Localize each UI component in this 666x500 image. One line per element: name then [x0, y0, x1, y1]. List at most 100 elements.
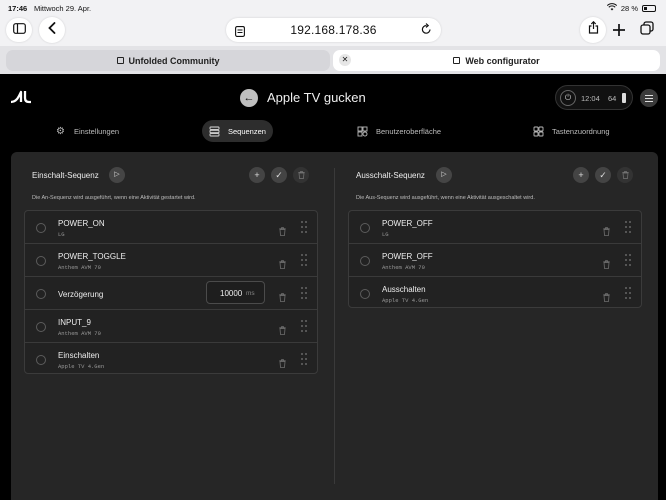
remote-battery-icon [622, 93, 626, 103]
device-name: Anthem AVM 70 [382, 264, 425, 271]
menu-button[interactable] [640, 89, 658, 107]
drag-handle-icon[interactable] [301, 353, 307, 365]
column-divider [334, 168, 335, 484]
browser-tab-web-configurator[interactable]: ✕ Web configurator [333, 50, 660, 71]
sidebar-toggle-button[interactable] [6, 18, 32, 42]
radio-button[interactable] [360, 256, 370, 266]
favicon-icon [116, 57, 124, 64]
device-name: Apple TV 4.Gen [58, 363, 105, 370]
address-bar[interactable]: 192.168.178.36 [226, 18, 441, 42]
check-icon: ✓ [275, 170, 283, 180]
remote-status-pill[interactable]: ⏻ 12:04 64 [555, 85, 633, 110]
command-name: POWER_OFF [382, 252, 433, 261]
add-off-step-button[interactable]: + [573, 167, 589, 183]
remote-clock: 12:04 [581, 94, 600, 103]
radio-button[interactable] [36, 289, 46, 299]
tab-sequenzen[interactable]: Sequenzen [202, 120, 273, 142]
trash-icon [297, 171, 305, 181]
command-name: POWER_ON [58, 219, 105, 228]
trash-icon[interactable] [279, 289, 286, 302]
activity-back-button[interactable]: ← [240, 89, 258, 107]
command-name: INPUT_9 [58, 318, 91, 327]
plus-icon: + [578, 170, 584, 180]
list-item[interactable]: POWER_ON LG [25, 211, 317, 244]
drag-handle-icon[interactable] [625, 254, 631, 266]
list-item[interactable]: POWER_OFF Anthem AVM 70 [349, 244, 641, 277]
favicon-icon [453, 57, 461, 64]
gear-icon: ⚙ [56, 125, 65, 137]
list-item[interactable]: Verzögerung 10000 ms [25, 277, 317, 310]
on-sequence-title: Einschalt-Sequenz [32, 171, 99, 180]
keymap-icon [533, 126, 544, 137]
on-sequence-description: Die An-Sequenz wird ausgeführt, wenn ein… [32, 195, 196, 201]
command-name: Einschalten [58, 351, 100, 360]
delay-unit: ms [246, 290, 255, 297]
confirm-off-sequence-button[interactable]: ✓ [595, 167, 611, 183]
drag-handle-icon[interactable] [301, 221, 307, 233]
radio-button[interactable] [36, 322, 46, 332]
status-time: 17:46 [8, 4, 28, 13]
off-sequence-description: Die Aus-Sequenz wird ausgeführt, wenn ei… [356, 195, 535, 201]
close-tab-icon[interactable]: ✕ [339, 54, 351, 66]
drag-handle-icon[interactable] [301, 320, 307, 332]
device-name: Anthem AVM 70 [58, 330, 101, 337]
trash-icon[interactable] [603, 256, 610, 269]
on-sequence-list: POWER_ON LG POWER_TOGGLE Anthem AVM 70 V… [24, 210, 318, 374]
device-name: LG [58, 231, 65, 238]
plus-icon: + [254, 170, 260, 180]
delay-input[interactable]: 10000 ms [206, 281, 265, 304]
list-item[interactable]: POWER_OFF LG [349, 211, 641, 244]
ui-grid-icon [357, 126, 368, 137]
trash-icon[interactable] [279, 322, 286, 335]
drag-handle-icon[interactable] [625, 221, 631, 233]
radio-button[interactable] [36, 223, 46, 233]
command-name: Verzögerung [58, 290, 104, 299]
radio-button[interactable] [360, 289, 370, 299]
tab-label: Benutzeroberfläche [376, 126, 442, 136]
tabs-icon [640, 21, 654, 39]
tab-label: Einstellungen [74, 126, 120, 136]
tab-label: Unfolded Community [128, 55, 220, 66]
trash-icon[interactable] [279, 223, 286, 236]
trash-icon[interactable] [603, 289, 610, 302]
trash-icon[interactable] [603, 223, 610, 236]
command-name: POWER_OFF [382, 219, 433, 228]
arrow-left-icon: ← [243, 92, 255, 104]
tab-benutzeroberflaeche[interactable]: Benutzeroberfläche [350, 120, 448, 142]
add-on-step-button[interactable]: + [249, 167, 265, 183]
run-off-sequence-button[interactable]: ▷ [436, 167, 452, 183]
delete-on-sequence-button[interactable] [293, 167, 309, 183]
list-item[interactable]: INPUT_9 Anthem AVM 70 [25, 310, 317, 343]
tab-overview-button[interactable] [640, 21, 658, 39]
tab-label: Web configurator [465, 55, 540, 66]
drag-handle-icon[interactable] [301, 287, 307, 299]
share-button[interactable] [580, 17, 606, 43]
status-bar: 17:46 Mittwoch 29. Apr. 28 % [0, 0, 666, 16]
browser-tab-unfolded[interactable]: Unfolded Community [6, 50, 330, 71]
list-item[interactable]: POWER_TOGGLE Anthem AVM 70 [25, 244, 317, 277]
chevron-left-icon [48, 21, 56, 39]
list-item[interactable]: Ausschalten Apple TV 4.Gen [349, 277, 641, 310]
confirm-on-sequence-button[interactable]: ✓ [271, 167, 287, 183]
reload-icon[interactable] [421, 23, 432, 38]
back-button[interactable] [39, 17, 65, 43]
tab-tastenzuordnung[interactable]: Tastenzuordnung [526, 120, 617, 142]
radio-button[interactable] [36, 355, 46, 365]
new-tab-button[interactable] [612, 20, 630, 40]
page-title: Apple TV gucken [267, 90, 366, 105]
url-text: 192.168.178.36 [290, 23, 377, 37]
remote-battery-percent: 64 [608, 94, 617, 103]
drag-handle-icon[interactable] [625, 287, 631, 299]
radio-button[interactable] [36, 256, 46, 266]
delay-value: 10000 [220, 289, 243, 298]
run-on-sequence-button[interactable]: ▷ [109, 167, 125, 183]
delete-off-sequence-button[interactable] [617, 167, 633, 183]
unfolded-logo[interactable] [10, 90, 32, 104]
list-item[interactable]: Einschalten Apple TV 4.Gen [25, 343, 317, 376]
drag-handle-icon[interactable] [301, 254, 307, 266]
command-name: POWER_TOGGLE [58, 252, 126, 261]
trash-icon[interactable] [279, 355, 286, 368]
trash-icon[interactable] [279, 256, 286, 269]
tab-einstellungen[interactable]: ⚙ Einstellungen [48, 120, 126, 142]
radio-button[interactable] [360, 223, 370, 233]
